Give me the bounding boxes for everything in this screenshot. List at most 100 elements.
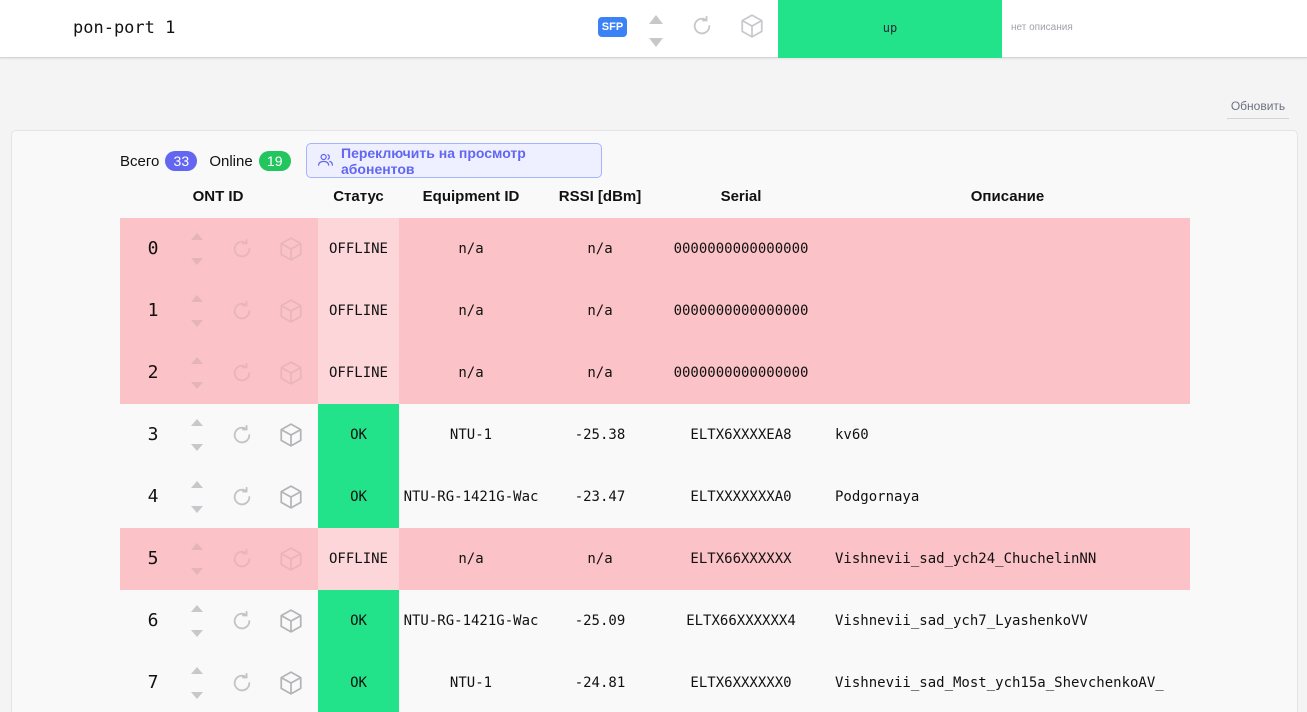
chevron-up-icon[interactable] [191,667,203,674]
table-row[interactable]: 4 OK NTU-RG-1421G-Wac -23.47 ELTXXXXXXXA… [120,466,1190,528]
box-icon[interactable] [278,236,304,262]
port-title: pon-port 1 [73,18,176,38]
chevron-up-icon[interactable] [191,543,203,550]
reorder-arrows[interactable] [185,528,209,590]
ont-rssi: -24.81 [574,675,626,691]
ont-equipment-id: NTU-1 [449,427,493,443]
ont-description[interactable]: kv60 [835,404,1190,466]
col-serial: Serial [720,188,762,205]
ont-description[interactable]: Vishnevii_sad_ych7_LyashenkoVV [835,590,1190,652]
ont-serial: ELTX6XXXXEA8 [690,427,792,443]
ont-status: OK [318,652,399,712]
box-icon[interactable] [278,360,304,386]
ont-rssi: -23.47 [574,489,626,505]
reboot-icon[interactable] [231,424,253,446]
table-row[interactable]: 0 OFFLINE n/a n/a 0000000000000000 [120,218,1190,280]
reboot-icon[interactable] [231,362,253,384]
reboot-icon[interactable] [231,548,253,570]
box-icon[interactable] [278,422,304,448]
ont-equipment-id: n/a [458,241,484,257]
chevron-down-icon[interactable] [191,382,203,389]
chevron-up-icon[interactable] [191,419,203,426]
ont-id: 1 [147,300,159,321]
reboot-icon[interactable] [231,486,253,508]
chevron-down-icon[interactable] [191,568,203,575]
ont-serial: ELTX6XXXXXX0 [690,675,792,691]
reorder-arrows[interactable] [185,404,209,466]
ont-summary: Всего 33 Online 19 [120,150,291,172]
ont-equipment-id: n/a [458,551,484,567]
box-icon[interactable] [278,298,304,324]
ont-equipment-id: NTU-RG-1421G-Wac [403,613,539,629]
reboot-icon[interactable] [231,610,253,632]
port-description[interactable]: нет описания [1011,22,1073,33]
box-icon[interactable] [278,484,304,510]
table-row[interactable]: 1 OFFLINE n/a n/a 0000000000000000 [120,280,1190,342]
col-description: Описание [970,188,1045,205]
ont-status: OK [318,590,399,652]
reorder-arrows[interactable] [185,342,209,404]
reboot-icon[interactable] [231,300,253,322]
box-icon[interactable] [278,608,304,634]
ont-table-body: 0 OFFLINE n/a n/a 0000000000000000 1 OFF… [120,218,1190,712]
chevron-down-icon[interactable] [191,692,203,699]
ont-serial: ELTXXXXXXXA0 [690,489,792,505]
col-ont-id: ONT ID [192,188,244,205]
ont-id: 6 [147,610,159,631]
chevron-down-icon[interactable] [191,320,203,327]
ont-rssi: n/a [587,241,613,257]
table-row[interactable]: 2 OFFLINE n/a n/a 0000000000000000 [120,342,1190,404]
table-row[interactable]: 6 OK NTU-RG-1421G-Wac -25.09 ELTX66XXXXX… [120,590,1190,652]
ont-id: 7 [147,672,159,693]
ont-description[interactable] [835,218,1190,280]
online-count-badge: 19 [258,151,291,171]
port-status-up: up [778,0,1002,58]
ont-equipment-id: n/a [458,303,484,319]
port-reboot-icon[interactable] [691,15,713,42]
ont-description[interactable]: Vishnevii_sad_ych24_ChuchelinNN [835,528,1190,590]
table-row[interactable]: 3 OK NTU-1 -25.38 ELTX6XXXXEA8 kv60 [120,404,1190,466]
reorder-arrows[interactable] [185,218,209,280]
reboot-icon[interactable] [231,238,253,260]
ont-equipment-id: NTU-RG-1421G-Wac [403,489,539,505]
reorder-arrows[interactable] [185,590,209,652]
reboot-icon[interactable] [231,672,253,694]
chevron-up-icon[interactable] [191,481,203,488]
ont-status: OK [318,466,399,528]
ont-id: 0 [147,238,159,259]
reorder-arrows[interactable] [185,466,209,528]
chevron-down-icon[interactable] [191,444,203,451]
chevron-up-icon[interactable] [191,357,203,364]
chevron-up-icon[interactable] [191,295,203,302]
chevron-down-icon[interactable] [191,258,203,265]
port-up-arrow-icon[interactable] [649,11,663,29]
sfp-badge: SFP [598,17,627,37]
ont-rssi: n/a [587,303,613,319]
ont-rssi: n/a [587,551,613,567]
table-row[interactable]: 5 OFFLINE n/a n/a ELTX66XXXXXX Vishnevii… [120,528,1190,590]
table-header: ONT ID Статус Equipment ID RSSI [dBm] Se… [120,188,1190,210]
ont-equipment-id: NTU-1 [449,675,493,691]
ont-description[interactable] [835,342,1190,404]
reorder-arrows[interactable] [185,652,209,712]
reorder-arrows[interactable] [185,280,209,342]
chevron-up-icon[interactable] [191,605,203,612]
chevron-down-icon[interactable] [191,506,203,513]
table-row[interactable]: 7 OK NTU-1 -24.81 ELTX6XXXXXX0 Vishnevii… [120,652,1190,712]
ont-description[interactable]: Podgornaya [835,466,1190,528]
box-icon[interactable] [278,546,304,572]
switch-to-subscribers-button[interactable]: Переключить на просмотр абонентов [306,143,602,178]
ont-rssi: -25.09 [574,613,626,629]
ont-status: OK [318,404,399,466]
port-box-icon[interactable] [739,13,765,44]
ont-status: OFFLINE [318,280,399,342]
ont-status: OFFLINE [318,218,399,280]
port-down-arrow-icon[interactable] [649,34,663,52]
chevron-up-icon[interactable] [191,233,203,240]
chevron-down-icon[interactable] [191,630,203,637]
box-icon[interactable] [278,670,304,696]
ont-description[interactable] [835,280,1190,342]
switch-button-label: Переключить на просмотр абонентов [341,144,526,177]
ont-description[interactable]: Vishnevii_sad_Most_ych15a_ShevchenkoAV_ [835,652,1190,712]
refresh-button[interactable]: Обновить [1227,96,1289,119]
